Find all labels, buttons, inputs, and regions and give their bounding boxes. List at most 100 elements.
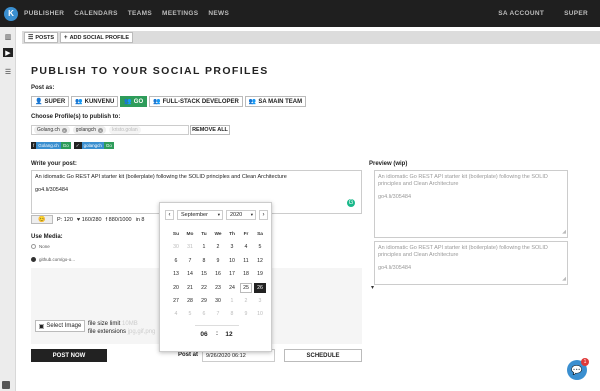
calendar-day[interactable]: 19 (254, 269, 266, 279)
nav-account[interactable]: SA ACCOUNT (498, 10, 544, 17)
post-at-label: Post at (178, 352, 199, 358)
settings-corner-icon[interactable] (2, 381, 10, 389)
calendar-day[interactable]: 2 (240, 296, 252, 306)
calendar-day[interactable]: 5 (254, 242, 266, 252)
calendar-day[interactable]: 16 (212, 269, 224, 279)
calendar-day[interactable]: 27 (170, 296, 182, 306)
calendar-day[interactable]: 31 (184, 242, 196, 252)
calendar-day[interactable]: 28 (184, 296, 196, 306)
emoji-button[interactable]: 😊 (31, 215, 53, 224)
account-kunvenu-button[interactable]: 👥 KUNVENU (71, 96, 119, 107)
post-now-button[interactable]: POST NOW (31, 349, 107, 362)
linkedin-counter: in 8 (135, 216, 145, 223)
year-select[interactable]: 2020 ▾ (226, 210, 256, 220)
resize-handle-icon[interactable]: ◢ (562, 276, 566, 283)
radio-url[interactable] (31, 257, 36, 262)
nav-meetings[interactable]: MEETINGS (162, 10, 198, 17)
calendar-day[interactable]: 13 (170, 269, 182, 279)
calendar-day[interactable]: 12 (254, 256, 266, 266)
tab-add-social-profile[interactable]: + ADD SOCIAL PROFILE (60, 32, 134, 43)
calendar-day[interactable]: 20 (170, 283, 182, 293)
calendar-day[interactable]: 10 (226, 256, 238, 266)
preview-text-line: go4.li/305484 (378, 265, 412, 271)
calendar-day[interactable]: 26 (254, 283, 266, 293)
calendar-day[interactable]: 22 (198, 283, 210, 293)
calendar-day[interactable]: 4 (170, 309, 182, 319)
account-label: KUNVENU (84, 98, 115, 105)
chevron-down-icon: ▾ (217, 212, 220, 217)
preview-box: An idiomatic Go REST API starter kit (bo… (374, 241, 568, 285)
calendar-day[interactable]: 1 (198, 242, 210, 252)
remove-chip-icon[interactable]: × (98, 127, 104, 133)
next-month-button[interactable]: › (259, 210, 268, 220)
calendar-day[interactable]: 7 (212, 309, 224, 319)
remove-chip-icon[interactable]: × (61, 127, 67, 133)
calendar-day[interactable]: 6 (170, 256, 182, 266)
calendar-day[interactable]: 9 (212, 256, 224, 266)
app-logo[interactable]: K (4, 6, 18, 21)
library-icon[interactable]: ▥ (3, 32, 13, 41)
calendar-day[interactable]: 9 (240, 309, 252, 319)
profile-badge-team: Go (103, 142, 114, 149)
minute-input[interactable]: 12 (222, 327, 236, 341)
twitter-counter: ♥ 160/280 (76, 216, 102, 223)
calendar-day[interactable]: 18 (240, 269, 252, 279)
nav-news[interactable]: NEWS (208, 10, 229, 17)
weekday-label: Th (229, 232, 235, 237)
remove-all-button[interactable]: REMOVE ALL (190, 125, 230, 135)
calendar-day[interactable]: 29 (198, 296, 210, 306)
calendar-day[interactable]: 4 (240, 242, 252, 252)
hour-input[interactable]: 06 (197, 327, 211, 341)
prev-month-button[interactable]: ‹ (165, 210, 174, 220)
calendar-day[interactable]: 8 (226, 309, 238, 319)
tab-posts[interactable]: ☰ POSTS (24, 32, 59, 43)
nav-publisher[interactable]: PUBLISHER (24, 10, 64, 17)
team-icon: 👥 (75, 99, 83, 105)
resize-handle-icon[interactable]: ◢ (562, 229, 566, 236)
calendar-day[interactable]: 30 (170, 242, 182, 252)
chat-button[interactable]: 💬 1 (567, 358, 589, 380)
calendar-day[interactable]: 14 (184, 269, 196, 279)
nav-teams[interactable]: TEAMS (128, 10, 152, 17)
calendar-day[interactable]: 11 (240, 256, 252, 266)
calendar-day[interactable]: 1 (226, 296, 238, 306)
calendar-day[interactable]: 23 (212, 283, 224, 293)
top-navigation: K PUBLISHER CALENDARS TEAMS MEETINGS NEW… (0, 0, 600, 27)
media-option-none[interactable]: None (31, 244, 50, 249)
calendar-day[interactable]: 25 (240, 283, 252, 293)
calendar-day[interactable]: 8 (198, 256, 210, 266)
menu-icon[interactable]: ☰ (3, 67, 13, 76)
calendar-day[interactable]: 7 (184, 256, 196, 266)
calendar-day[interactable]: 2 (212, 242, 224, 252)
calendar-day[interactable]: 30 (212, 296, 224, 306)
account-go-button[interactable]: 👥 GO (120, 96, 148, 107)
account-full-stack-developer-button[interactable]: 👥 FULL-STACK DEVELOPER (149, 96, 243, 107)
calendar-day[interactable]: 24 (226, 283, 238, 293)
profile-chip-disabled: kristo.golan (109, 126, 141, 134)
account-sa-main-team-button[interactable]: 👥 SA MAIN TEAM (244, 96, 307, 107)
chat-unread-badge: 1 (581, 358, 589, 366)
nav-user-menu[interactable]: SUPER (564, 10, 588, 17)
calendar-day[interactable]: 5 (184, 309, 196, 319)
radio-none[interactable] (31, 244, 36, 249)
schedule-button[interactable]: SCHEDULE (284, 349, 362, 362)
calendar-day[interactable]: 6 (198, 309, 210, 319)
calendar-day[interactable]: 3 (254, 296, 266, 306)
weekday-label: Sa (257, 232, 263, 237)
calendar-day[interactable]: 21 (184, 283, 196, 293)
calendar-day[interactable]: 17 (226, 269, 238, 279)
team-icon: 👥 (124, 99, 132, 105)
account-super-button[interactable]: 👤 SUPER (31, 96, 70, 107)
calendar-day[interactable]: 15 (198, 269, 210, 279)
select-image-button[interactable]: ▣ Select Image (35, 320, 85, 332)
media-option-url[interactable]: github.com/go-o... (31, 257, 75, 262)
grammarly-icon[interactable]: G (347, 199, 355, 207)
terminal-icon[interactable]: ▶ (3, 48, 13, 57)
calendar-day[interactable]: 10 (254, 309, 266, 319)
weekday-label: We (214, 232, 222, 237)
month-select[interactable]: September ▾ (177, 210, 223, 220)
calendar-day[interactable]: 3 (226, 242, 238, 252)
profile-select-input[interactable]: Golang.ch × golangch × kristo.golan (31, 125, 189, 135)
nav-calendars[interactable]: CALENDARS (74, 10, 118, 17)
profile-badge-name: Golang.ch (36, 142, 61, 149)
